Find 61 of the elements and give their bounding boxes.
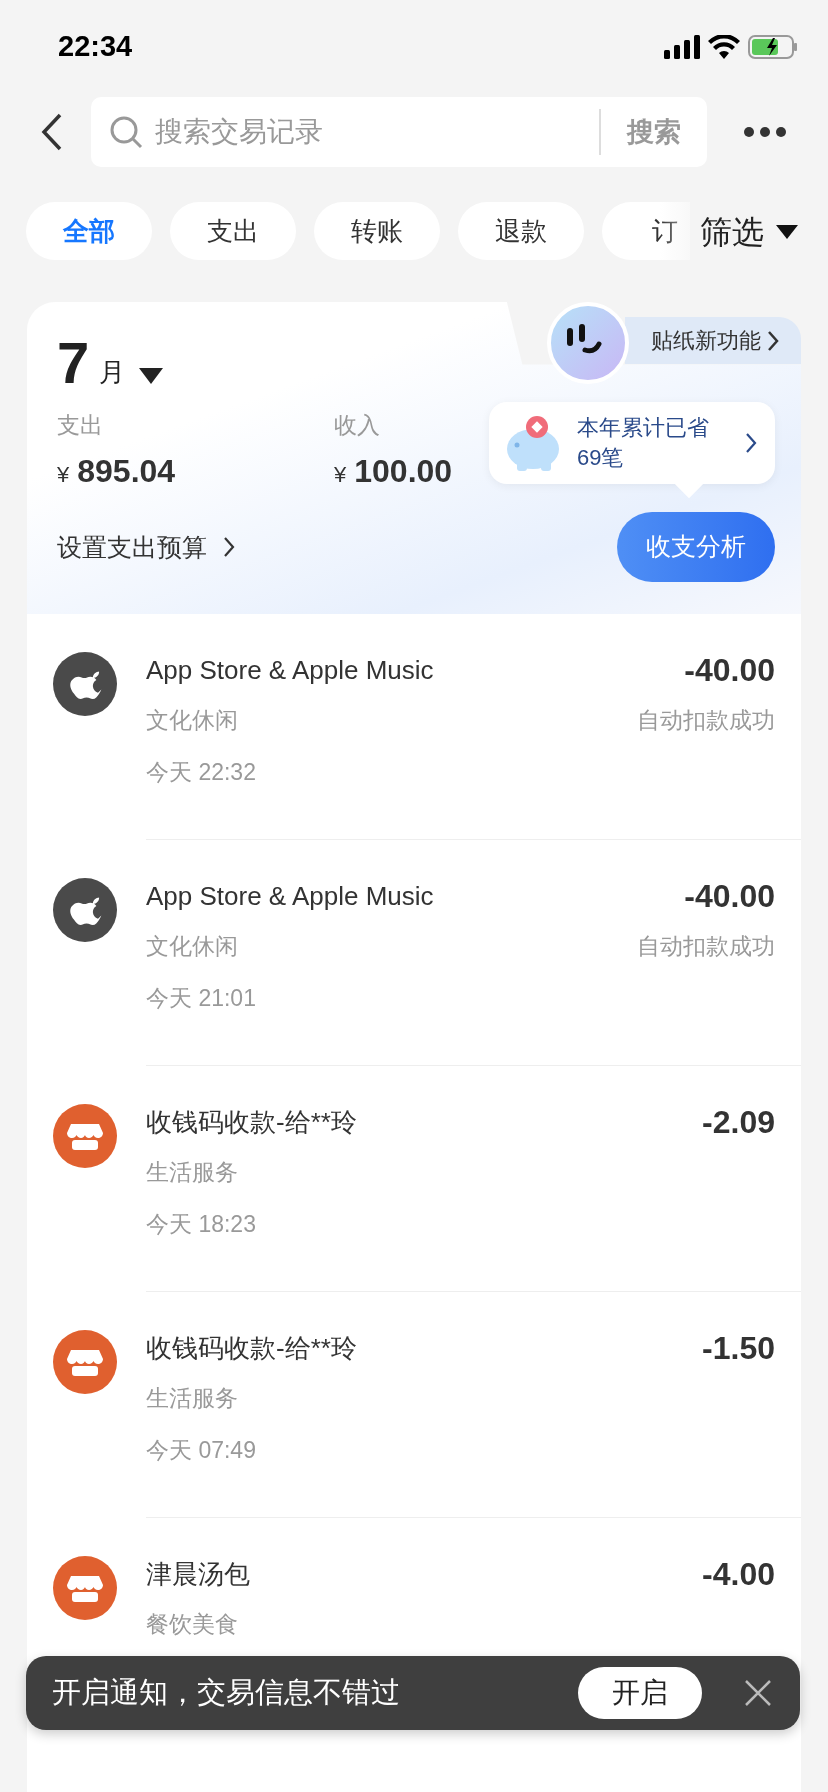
- transaction-time: 今天 18:23: [146, 1210, 257, 1239]
- filter-chip[interactable]: 全部: [26, 202, 152, 260]
- chevron-icon: [767, 329, 779, 352]
- dropdown-icon[interactable]: [139, 368, 164, 384]
- transaction-title: 津晨汤包: [146, 1558, 250, 1591]
- transaction-status: 自动扣款成功: [637, 932, 775, 961]
- transaction-amount: -1.50: [702, 1330, 775, 1366]
- filter-dropdown[interactable]: 筛选: [700, 208, 798, 256]
- month-unit[interactable]: 月: [99, 353, 126, 392]
- apple-icon: [53, 878, 117, 942]
- close-icon[interactable]: [744, 1679, 772, 1707]
- savings-title: 本年累计已省: [577, 414, 710, 442]
- battery-icon: [748, 35, 798, 59]
- transaction-category: 文化休闲: [146, 706, 239, 735]
- income-amount: 100.00: [354, 451, 453, 491]
- search-input[interactable]: 搜索交易记录: [155, 111, 599, 153]
- dropdown-icon: [776, 225, 798, 239]
- transaction-title: App Store & Apple Music: [146, 880, 434, 913]
- month-number[interactable]: 7: [57, 334, 90, 392]
- filter-chip[interactable]: 转账: [314, 202, 440, 260]
- expense-label: 支出: [57, 411, 104, 440]
- transaction-amount: -2.09: [702, 1104, 775, 1140]
- sticker-avatar-icon[interactable]: [547, 302, 629, 384]
- shop-icon: [53, 1556, 117, 1620]
- transaction-category: 餐饮美食: [146, 1610, 239, 1639]
- shop-icon: [53, 1330, 117, 1394]
- transaction-title: App Store & Apple Music: [146, 654, 434, 687]
- shop-icon: [53, 1104, 117, 1168]
- filter-chip[interactable]: 订: [602, 202, 690, 260]
- transaction-title: 收钱码收款-给**玲: [146, 1106, 357, 1139]
- transaction-title: 收钱码收款-给**玲: [146, 1332, 357, 1365]
- enable-button[interactable]: 开启: [578, 1667, 702, 1719]
- transaction-time: 今天 07:49: [146, 1436, 257, 1465]
- transaction-status: 自动扣款成功: [637, 706, 775, 735]
- filter-chip[interactable]: 支出: [170, 202, 296, 260]
- toast-message: 开启通知，交易信息不错过: [52, 1675, 401, 1711]
- sticker-banner[interactable]: 贴纸新功能: [625, 317, 801, 364]
- search-icon: [109, 115, 143, 149]
- signal-icon: [664, 35, 700, 59]
- budget-link[interactable]: 设置支出预算: [57, 528, 235, 566]
- apple-icon: [53, 652, 117, 716]
- income-label: 收入: [334, 411, 381, 440]
- currency-sign: ¥: [57, 460, 70, 489]
- savings-count: 69笔: [577, 444, 625, 472]
- transaction-amount: -40.00: [684, 652, 775, 688]
- transaction-category: 生活服务: [146, 1158, 239, 1187]
- transaction-amount: -40.00: [684, 878, 775, 914]
- filter-chip[interactable]: 退款: [458, 202, 584, 260]
- chevron-icon: [745, 432, 757, 454]
- currency-sign: ¥: [334, 460, 347, 489]
- expense-amount: 895.04: [77, 451, 176, 491]
- wifi-icon: [708, 35, 740, 59]
- status-time: 22:34: [58, 29, 133, 65]
- chevron-icon: [223, 536, 235, 559]
- transaction-category: 文化休闲: [146, 932, 239, 961]
- more-icon[interactable]: [744, 127, 786, 137]
- transaction-category: 生活服务: [146, 1384, 239, 1413]
- transaction-amount: -4.00: [702, 1556, 775, 1592]
- analysis-button[interactable]: 收支分析: [617, 512, 775, 582]
- transaction-time: 今天 21:01: [146, 984, 257, 1013]
- transaction-time: 今天 22:32: [146, 758, 257, 787]
